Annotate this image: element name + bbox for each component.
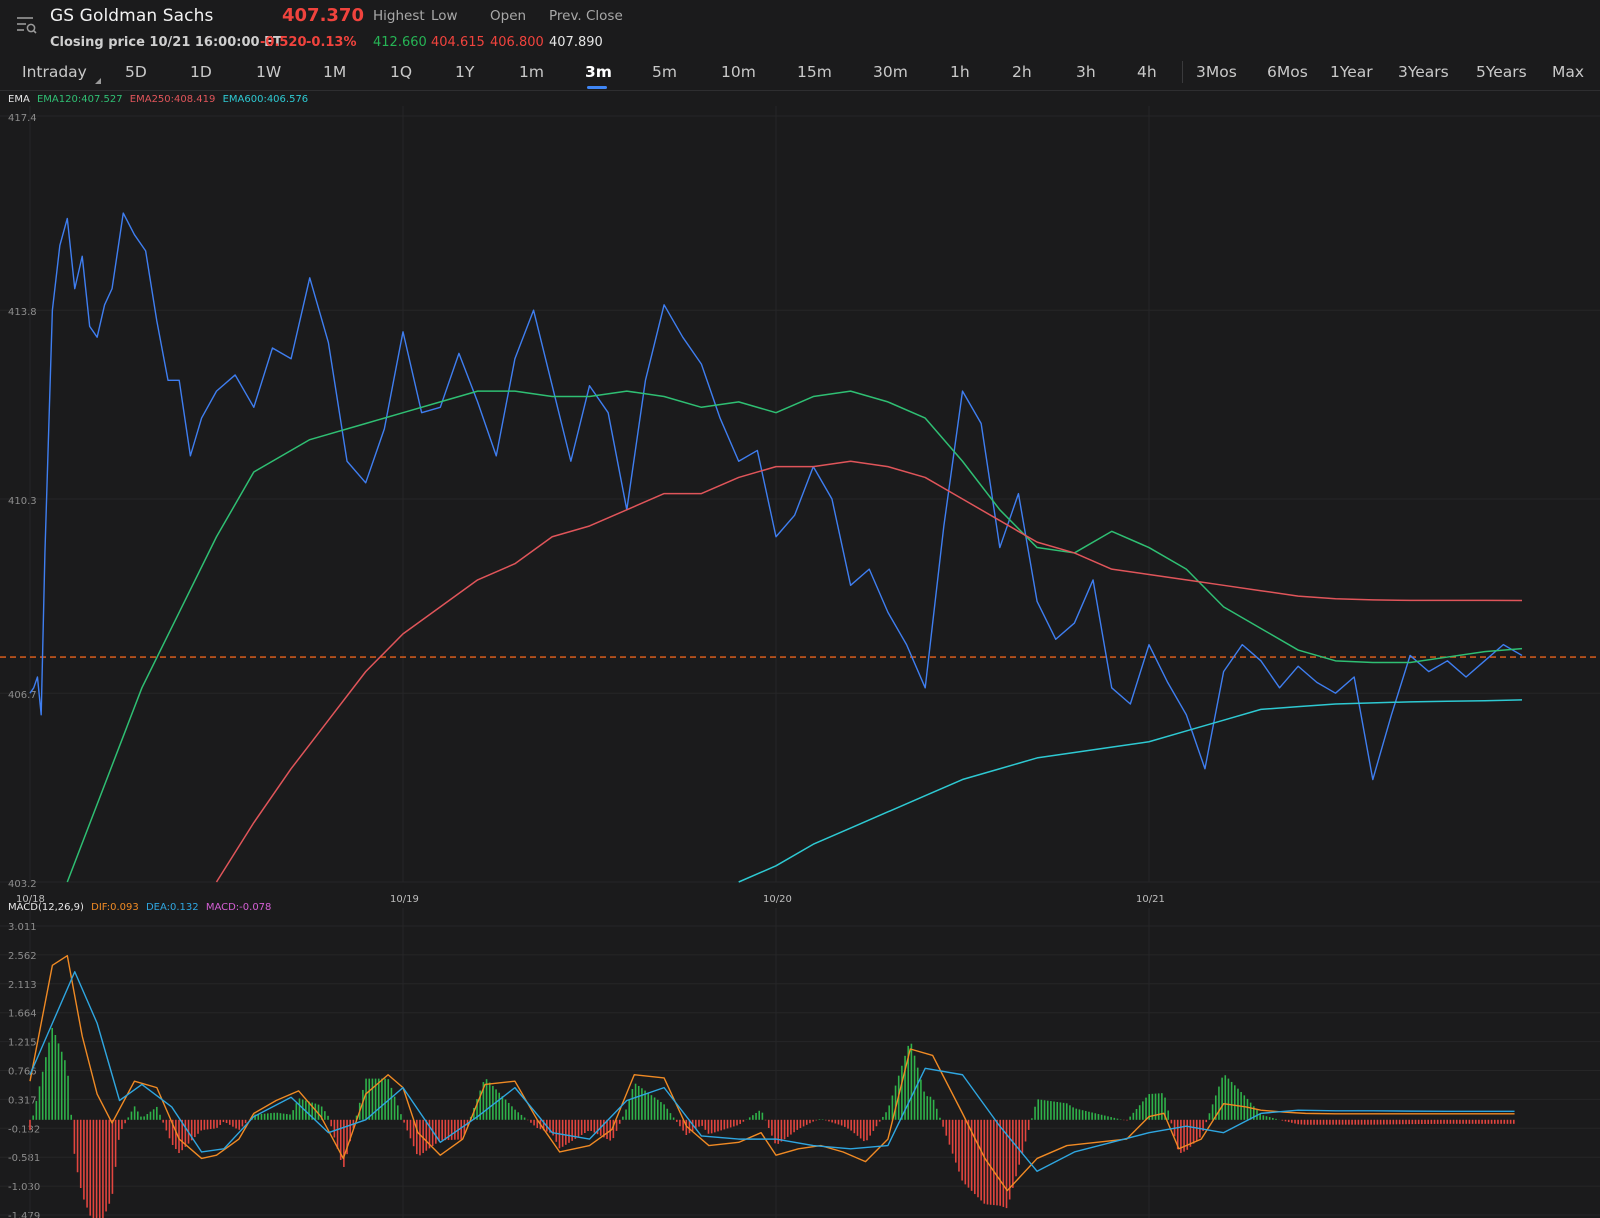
tab-1y[interactable]: 1Y xyxy=(455,63,474,81)
macd-y-tick-label: -1.479 xyxy=(8,1211,40,1218)
list-search-icon[interactable] xyxy=(14,14,38,36)
ema250-line xyxy=(215,460,1523,883)
tab-10m[interactable]: 10m xyxy=(721,63,756,81)
tab-15m[interactable]: 15m xyxy=(797,63,832,81)
tab-1m-month[interactable]: 1M xyxy=(323,63,346,81)
tab-1h[interactable]: 1h xyxy=(950,63,970,81)
timeframe-tabs: Intraday 5D 1D 1W 1M 1Q 1Y 1m 3m 5m 10m … xyxy=(0,56,1600,91)
x-tick-label: 10/19 xyxy=(390,894,419,905)
stock-title: GS Goldman Sachs xyxy=(50,6,214,26)
ema-legend-name: EMA xyxy=(8,94,30,105)
tab-30m[interactable]: 30m xyxy=(873,63,908,81)
stat-value-open: 406.800 xyxy=(490,35,544,50)
macd-y-tick-label: 3.011 xyxy=(8,922,37,933)
ema600-value: EMA600:406.576 xyxy=(222,94,309,105)
tab-3mos[interactable]: 3Mos xyxy=(1196,63,1237,81)
stat-value-highest: 412.660 xyxy=(373,35,427,50)
x-tick-label: 10/20 xyxy=(763,894,792,905)
macd-y-tick-label: 0.317 xyxy=(8,1095,37,1106)
macd-y-tick-label: 1.664 xyxy=(8,1009,37,1020)
y-tick-label: 410.3 xyxy=(8,496,37,507)
macd-y-tick-label: -1.030 xyxy=(8,1182,40,1193)
y-tick-label: 413.8 xyxy=(8,307,37,318)
ema120-value: EMA120:407.527 xyxy=(36,94,123,105)
stat-label-prev-close: Prev. Close xyxy=(549,8,623,24)
stat-label-open: Open xyxy=(490,8,527,24)
stat-label-low: Low xyxy=(431,8,458,24)
stat-label-highest: Highest xyxy=(373,8,425,24)
macd-y-tick-label: 2.113 xyxy=(8,980,37,991)
tab-divider xyxy=(1182,61,1183,83)
macd-y-tick-label: -0.132 xyxy=(8,1124,40,1135)
last-price: 407.370 xyxy=(282,5,364,26)
tab-5d[interactable]: 5D xyxy=(125,63,147,81)
dea-line xyxy=(29,971,1515,1172)
ema250-value: EMA250:408.419 xyxy=(129,94,216,105)
tab-3m[interactable]: 3m xyxy=(585,63,612,81)
tab-3years[interactable]: 3Years xyxy=(1398,63,1449,81)
tab-5m[interactable]: 5m xyxy=(652,63,677,81)
y-tick-label: 417.4 xyxy=(8,113,37,124)
tab-2h[interactable]: 2h xyxy=(1012,63,1032,81)
dif-line xyxy=(29,954,1515,1192)
intraday-dropdown-icon[interactable] xyxy=(95,78,101,84)
tab-1q[interactable]: 1Q xyxy=(390,63,412,81)
quote-header: GS Goldman Sachs 407.370 Closing price 1… xyxy=(0,0,1600,56)
y-tick-label: 403.2 xyxy=(8,879,37,890)
price-change-percent: -0.13% xyxy=(306,35,357,50)
tab-1year[interactable]: 1Year xyxy=(1330,63,1373,81)
x-tick-label: 10/21 xyxy=(1136,894,1165,905)
ema-legend: EMA EMA120:407.527 EMA250:408.419 EMA600… xyxy=(8,94,308,105)
macd-y-tick-label: 1.215 xyxy=(8,1038,37,1049)
ema120-line xyxy=(66,390,1523,883)
macd-y-tick-label: -0.581 xyxy=(8,1153,40,1164)
x-tick-label: 10/18 xyxy=(16,894,45,905)
stat-value-low: 404.615 xyxy=(431,35,485,50)
macd-chart[interactable]: 3.0112.5622.1131.6641.2150.7660.317-0.13… xyxy=(0,908,1600,1218)
tab-3h[interactable]: 3h xyxy=(1076,63,1096,81)
price-change: -0.520 xyxy=(260,35,307,50)
tab-intraday[interactable]: Intraday xyxy=(22,63,87,81)
active-tab-indicator xyxy=(587,86,607,89)
tab-1w[interactable]: 1W xyxy=(256,63,281,81)
tab-4h[interactable]: 4h xyxy=(1137,63,1157,81)
tab-1d[interactable]: 1D xyxy=(190,63,212,81)
closing-label: Closing price 10/21 16:00:00 ET xyxy=(50,35,282,50)
macd-y-tick-label: 2.562 xyxy=(8,951,37,962)
y-tick-label: 406.7 xyxy=(8,690,37,701)
tab-6mos[interactable]: 6Mos xyxy=(1267,63,1308,81)
tab-1m-minute[interactable]: 1m xyxy=(519,63,544,81)
tab-max[interactable]: Max xyxy=(1552,63,1584,81)
tab-5years[interactable]: 5Years xyxy=(1476,63,1527,81)
ema600-line xyxy=(738,699,1523,883)
price-chart[interactable]: 417.4 413.8 410.3 406.7 403.2 10/18 10/19 10/20… xyxy=(0,106,1600,914)
stat-value-prev-close: 407.890 xyxy=(549,35,603,50)
